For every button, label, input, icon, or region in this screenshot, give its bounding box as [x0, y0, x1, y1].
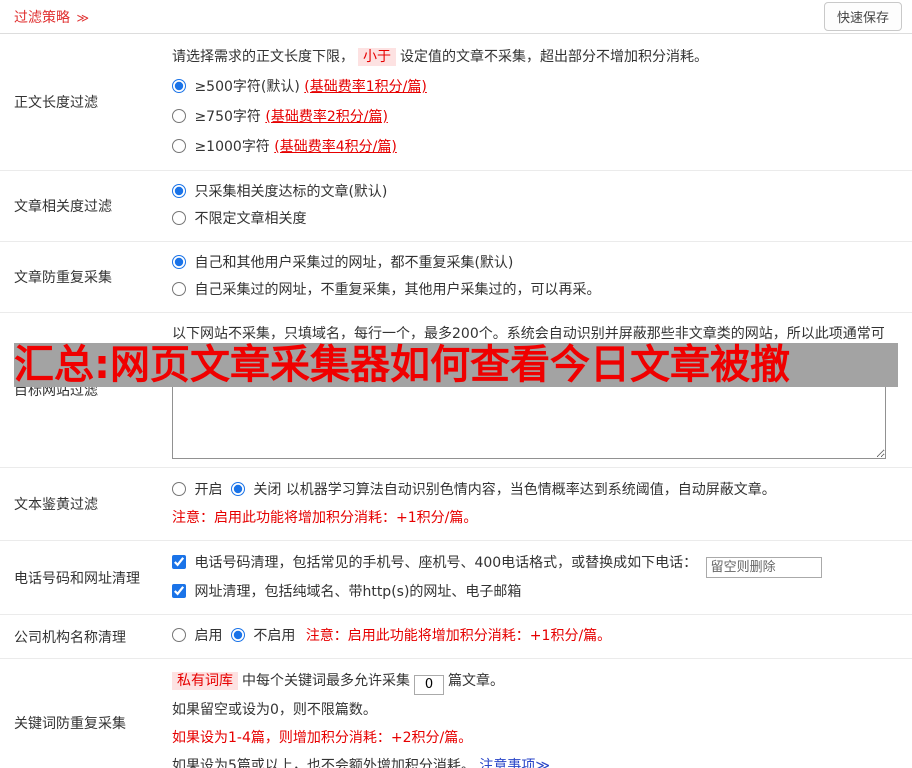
- keyword-limit-line1-mid: 中每个关键词最多允许采集: [242, 673, 410, 689]
- relevance-option-strict-radio[interactable]: [172, 184, 186, 198]
- company-option-off[interactable]: 不启用: [230, 628, 300, 644]
- row-length-filter: 正文长度过滤 请选择需求的正文长度下限， 小于 设定值的文章不采集，超出部分不增加积…: [0, 34, 912, 171]
- private-lexicon-highlight[interactable]: 私有词库: [172, 672, 238, 690]
- phone-cleanup-checkbox[interactable]: [172, 555, 186, 569]
- porn-filter-label: 文本鉴黄过滤: [14, 497, 98, 513]
- length-option-500-note[interactable]: (基础费率1积分/篇): [304, 79, 427, 95]
- length-desc-before: 请选择需求的正文长度下限，: [172, 49, 354, 65]
- watermark-overlay-banner: 汇总:网页文章采集器如何查看今日文章被撤: [14, 343, 898, 387]
- url-cleanup-checkbox[interactable]: [172, 584, 186, 598]
- row-company-cleanup: 公司机构名称清理 启用 不启用 注意：启用此功能将增加积分消耗：+1积分/篇。: [0, 615, 912, 659]
- length-option-750-radio[interactable]: [172, 109, 186, 123]
- length-option-1000[interactable]: ≥1000字符 (基础费率4积分/篇): [172, 139, 397, 155]
- porn-option-off[interactable]: 关闭: [230, 482, 286, 498]
- company-cleanup-warning: 注意：启用此功能将增加积分消耗：+1积分/篇。: [305, 628, 612, 644]
- length-option-1000-radio[interactable]: [172, 139, 186, 153]
- relevance-option-any-label: 不限定文章相关度: [194, 211, 307, 227]
- row-relevance-filter: 文章相关度过滤 只采集相关度达标的文章(默认) 不限定文章相关度: [0, 171, 912, 242]
- keyword-limit-line1-end: 篇文章。: [448, 673, 504, 689]
- row-keyword-limit: 关键词防重复采集 私有词库中每个关键词最多允许采集 篇文章。 如果留空或设为0，则…: [0, 659, 912, 768]
- url-cleanup-option-label: 网址清理，包括纯域名、带http(s)的网址、电子邮箱: [194, 584, 522, 600]
- page-header: 过滤策略 ≫ 快速保存: [0, 0, 912, 34]
- porn-option-off-label: 关闭: [253, 482, 282, 498]
- company-option-off-label: 不启用: [253, 628, 296, 644]
- phone-cleanup-option-label: 电话号码清理，包括常见的手机号、座机号、400电话格式，或替换成如下电话：: [194, 555, 698, 571]
- site-filter-textarea[interactable]: [172, 377, 886, 459]
- dedup-option-self-radio[interactable]: [172, 282, 186, 296]
- length-option-500-label: ≥500字符(默认): [194, 79, 300, 95]
- porn-option-on-label: 开启: [194, 482, 223, 498]
- porn-option-off-radio[interactable]: [230, 482, 245, 496]
- phone-cleanup-option[interactable]: 电话号码清理，包括常见的手机号、座机号、400电话格式，或替换成如下电话：: [172, 555, 702, 571]
- row-dedup-filter: 文章防重复采集 自己和其他用户采集过的网址，都不重复采集(默认) 自己采集过的网…: [0, 242, 912, 313]
- chevron-expand-icon: ≫: [76, 10, 90, 25]
- keyword-limit-line3: 如果设为1-4篇，则增加积分消耗：+2积分/篇。: [172, 729, 473, 746]
- relevance-option-strict[interactable]: 只采集相关度达标的文章(默认): [172, 184, 387, 200]
- dedup-option-global[interactable]: 自己和其他用户采集过的网址，都不重复采集(默认): [172, 255, 513, 271]
- length-option-500-radio[interactable]: [172, 79, 186, 93]
- dedup-option-self-label: 自己采集过的网址，不重复采集，其他用户采集过的，可以再采。: [194, 282, 601, 298]
- relevance-option-any-radio[interactable]: [172, 211, 186, 225]
- length-option-750[interactable]: ≥750字符 (基础费率2积分/篇): [172, 109, 388, 125]
- length-option-1000-label: ≥1000字符: [194, 139, 270, 155]
- company-option-on-label: 启用: [194, 628, 223, 644]
- relevance-option-any[interactable]: 不限定文章相关度: [172, 211, 306, 227]
- porn-filter-warning: 注意：启用此功能将增加积分消耗：+1积分/篇。: [172, 510, 478, 526]
- length-filter-label: 正文长度过滤: [14, 95, 98, 111]
- dedup-option-self[interactable]: 自己采集过的网址，不重复采集，其他用户采集过的，可以再采。: [172, 282, 600, 298]
- company-cleanup-label: 公司机构名称清理: [14, 629, 126, 646]
- site-filter-label: 目标网站过滤: [14, 383, 98, 399]
- length-filter-desc: 请选择需求的正文长度下限， 小于 设定值的文章不采集，超出部分不增加积分消耗。: [172, 42, 898, 72]
- porn-option-on[interactable]: 开启: [172, 482, 227, 498]
- length-option-750-label: ≥750字符: [194, 109, 261, 125]
- quick-save-button[interactable]: 快速保存: [823, 2, 902, 31]
- porn-option-on-radio[interactable]: [172, 482, 186, 496]
- keyword-limit-line2: 如果留空或设为0，则不限篇数。: [172, 701, 377, 718]
- url-cleanup-option[interactable]: 网址清理，包括纯域名、带http(s)的网址、电子邮箱: [172, 584, 521, 600]
- keyword-limit-input[interactable]: [414, 674, 444, 695]
- keyword-limit-line4-text: 如果设为5篇或以上，也不会额外增加积分消耗。: [172, 757, 475, 768]
- dedup-option-global-label: 自己和其他用户采集过的网址，都不重复采集(默认): [194, 255, 514, 271]
- length-option-1000-note[interactable]: (基础费率4积分/篇): [274, 139, 397, 155]
- relevance-option-strict-label: 只采集相关度达标的文章(默认): [194, 184, 388, 200]
- filter-strategy-page: 过滤策略 ≫ 快速保存 正文长度过滤 请选择需求的正文长度下限， 小于 设定值的文章…: [0, 0, 912, 768]
- company-option-off-radio[interactable]: [230, 628, 245, 642]
- company-option-on-radio[interactable]: [172, 628, 186, 642]
- dedup-filter-label: 文章防重复采集: [14, 270, 112, 286]
- row-porn-filter: 文本鉴黄过滤 开启 关闭 以机器学习算法自动识别色情内容，当色情概率达到系统阈值…: [0, 468, 912, 541]
- row-site-filter: 目标网站过滤 以下网站不采集，只填域名，每行一个，最多200个。系统会自动识别并…: [0, 313, 912, 468]
- keyword-limit-line4: 如果设为5篇或以上，也不会额外增加积分消耗。 注意事项≫: [172, 752, 898, 768]
- phone-cleanup-label: 电话号码和网址清理: [14, 570, 140, 587]
- relevance-filter-label: 文章相关度过滤: [14, 199, 112, 215]
- keyword-limit-line1: 私有词库中每个关键词最多允许采集 篇文章。: [172, 667, 898, 696]
- length-option-750-note[interactable]: (基础费率2积分/篇): [265, 109, 388, 125]
- company-option-on[interactable]: 启用: [172, 628, 227, 644]
- length-option-500[interactable]: ≥500字符(默认) (基础费率1积分/篇): [172, 79, 427, 95]
- length-desc-after: 设定值的文章不采集，超出部分不增加积分消耗。: [400, 49, 708, 65]
- row-phone-cleanup: 电话号码和网址清理 电话号码清理，包括常见的手机号、座机号、400电话格式，或替…: [0, 541, 912, 615]
- porn-filter-desc: 以机器学习算法自动识别色情内容，当色情概率达到系统阈值，自动屏蔽文章。: [285, 482, 776, 498]
- dedup-option-global-radio[interactable]: [172, 255, 186, 269]
- page-title-text: 过滤策略: [14, 9, 70, 26]
- watermark-overlay-text: 汇总:网页文章采集器如何查看今日文章被撤: [14, 343, 790, 387]
- keyword-limit-label: 关键词防重复采集: [14, 716, 126, 733]
- notes-link[interactable]: 注意事项≫: [479, 758, 550, 768]
- replacement-phone-input[interactable]: [705, 557, 822, 578]
- page-title[interactable]: 过滤策略 ≫: [14, 7, 89, 27]
- length-desc-highlight: 小于: [358, 48, 396, 66]
